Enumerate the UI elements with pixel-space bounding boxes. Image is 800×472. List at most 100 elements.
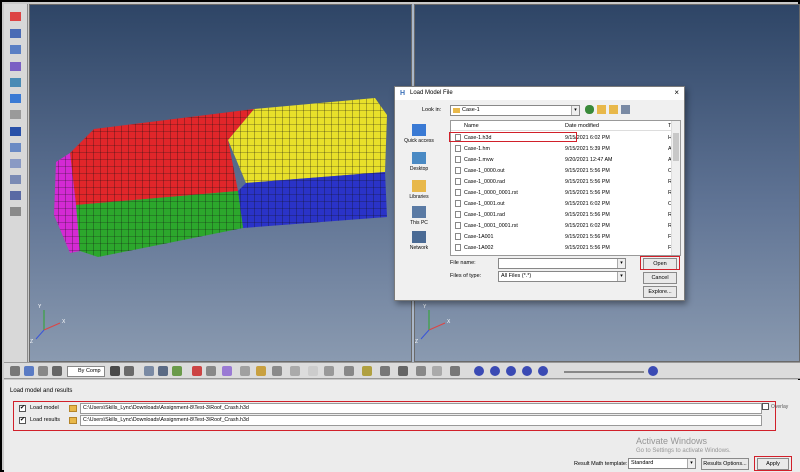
column-name[interactable]: Name: [464, 123, 479, 129]
measure-icon[interactable]: [10, 110, 21, 119]
file-icon: [455, 167, 461, 174]
look-in-dropdown[interactable]: Case-1 ▾: [450, 105, 580, 116]
file-row[interactable]: Case-1_0000_0001.rst 9/15/2021 5:56 PM R: [451, 188, 672, 198]
mesh-model: Y X Z: [30, 98, 387, 345]
screen-capture-icon[interactable]: [432, 366, 442, 376]
file-icon: [455, 200, 461, 207]
place-this-pc[interactable]: This PC: [400, 206, 438, 226]
fit-icon[interactable]: [256, 366, 266, 376]
tracking-icon[interactable]: [10, 159, 21, 168]
file-type-dropdown[interactable]: All Files (*.*) ▾: [498, 271, 626, 282]
section-icon[interactable]: [10, 127, 21, 136]
place-quick-access[interactable]: Quick access: [400, 124, 438, 144]
rewind-icon[interactable]: [490, 366, 500, 376]
folder-icon: [453, 108, 460, 113]
legend-icon[interactable]: [10, 191, 21, 200]
file-type-label: Files of type:: [450, 273, 482, 279]
overlay-label: Overlay: [771, 404, 789, 410]
file-row[interactable]: Case-1.mvw9/20/2021 12:47 AMAl: [451, 155, 673, 165]
back-icon[interactable]: [585, 105, 594, 114]
explore-button[interactable]: Explore...: [643, 286, 677, 298]
display-icon[interactable]: [10, 94, 21, 103]
place-desktop[interactable]: Desktop: [400, 152, 438, 172]
step-forward-icon[interactable]: [538, 366, 548, 376]
contour-icon[interactable]: [10, 45, 21, 54]
isolate-icon[interactable]: [52, 366, 62, 376]
chevron-down-icon[interactable]: ▾: [617, 259, 625, 268]
file-icon: [455, 211, 461, 218]
camera-icon[interactable]: [450, 366, 460, 376]
file-name: Case-1_0000.rad: [464, 179, 505, 185]
step-back-icon[interactable]: [474, 366, 484, 376]
capture-icon[interactable]: [324, 366, 334, 376]
panel-title: Load model and results: [10, 388, 73, 394]
close-icon[interactable]: ×: [674, 88, 679, 97]
clear-icon[interactable]: [38, 366, 48, 376]
place-network[interactable]: Network: [400, 231, 438, 251]
overlay-checkbox[interactable]: [762, 403, 769, 410]
file-date: 9/20/2021 12:47 AM: [565, 157, 613, 163]
new-folder-icon[interactable]: [609, 105, 618, 114]
up-folder-icon[interactable]: [597, 105, 606, 114]
file-row[interactable]: Case-1.hm9/15/2021 5:39 PMAl: [451, 144, 673, 154]
tensor-icon[interactable]: [10, 78, 21, 87]
pan-icon[interactable]: [290, 366, 300, 376]
trace-icon[interactable]: [398, 366, 408, 376]
chevron-down-icon[interactable]: ▾: [571, 106, 579, 115]
file-row[interactable]: Case-1_0000.rad 9/15/2021 5:56 PM R: [451, 177, 672, 187]
file-name-input[interactable]: ▾: [498, 258, 626, 269]
exploded-view-icon[interactable]: [10, 207, 21, 216]
vector-icon[interactable]: [10, 62, 21, 71]
contour-plot-icon[interactable]: [192, 366, 202, 376]
wireframe-icon[interactable]: [144, 366, 154, 376]
scrollbar[interactable]: [671, 121, 680, 255]
cancel-button[interactable]: Cancel: [643, 272, 677, 284]
mesh-lines-icon[interactable]: [206, 366, 216, 376]
frames-icon[interactable]: [380, 366, 390, 376]
forward-icon[interactable]: [522, 366, 532, 376]
shaded-icon[interactable]: [124, 366, 134, 376]
file-row[interactable]: Case-1_0000.out9/15/2021 5:56 PMO: [451, 166, 672, 176]
file-row[interactable]: Case-1A0019/15/2021 5:56 PMFi: [451, 232, 672, 242]
desktop-icon: [412, 152, 426, 164]
column-date-modified[interactable]: Date modified: [565, 123, 599, 129]
file-name: Case-1.hm: [464, 146, 490, 152]
animation-slider[interactable]: [564, 371, 644, 373]
model-icon[interactable]: [24, 366, 34, 376]
animation-controls-icon[interactable]: [416, 366, 426, 376]
rotate-icon[interactable]: [240, 366, 250, 376]
file-row[interactable]: Case-1A0029/15/2021 5:56 PMFi: [451, 243, 672, 253]
place-libraries[interactable]: Libraries: [400, 180, 438, 200]
graphics-viewport-left[interactable]: Y X Z: [29, 4, 412, 362]
chevron-down-icon[interactable]: ▾: [687, 459, 695, 468]
file-date: 9/15/2021 6:02 PM: [565, 201, 610, 207]
entity-icon[interactable]: [10, 29, 21, 38]
svg-text:X: X: [62, 319, 66, 325]
pointer-icon[interactable]: [10, 366, 20, 376]
cube-icon[interactable]: [110, 366, 120, 376]
view-icon[interactable]: [10, 143, 21, 152]
chevron-down-icon[interactable]: ▾: [617, 272, 625, 281]
animation-settings-icon[interactable]: [648, 366, 658, 376]
transparency-icon[interactable]: [172, 366, 182, 376]
notes-icon[interactable]: [10, 175, 21, 184]
window-icon[interactable]: [308, 366, 318, 376]
animation-icon[interactable]: [362, 366, 372, 376]
zoom-icon[interactable]: [272, 366, 282, 376]
file-row[interactable]: Case-1_0001_0001.rst 9/15/2021 6:02 PM R: [451, 221, 672, 231]
template-dropdown[interactable]: Standard ▾: [628, 458, 696, 469]
select-icon[interactable]: [10, 12, 21, 21]
play-icon[interactable]: [506, 366, 516, 376]
file-name: Case-1_0001.out: [464, 201, 505, 207]
file-date: 9/15/2021 5:56 PM: [565, 190, 610, 196]
svg-text:Z: Z: [415, 339, 418, 345]
results-options-button[interactable]: Results Options...: [701, 458, 749, 470]
file-row[interactable]: Case-1_0001.out9/15/2021 6:02 PMO: [451, 199, 672, 209]
scrollbar-thumb[interactable]: [673, 133, 679, 161]
feature-icon[interactable]: [158, 366, 168, 376]
view-menu-icon[interactable]: [621, 105, 630, 114]
play-settings-icon[interactable]: [344, 366, 354, 376]
section-cut-icon[interactable]: [222, 366, 232, 376]
by-comp-dropdown[interactable]: By Comp: [67, 366, 105, 377]
file-row[interactable]: Case-1_0001.rad 9/15/2021 5:56 PM R: [451, 210, 672, 220]
